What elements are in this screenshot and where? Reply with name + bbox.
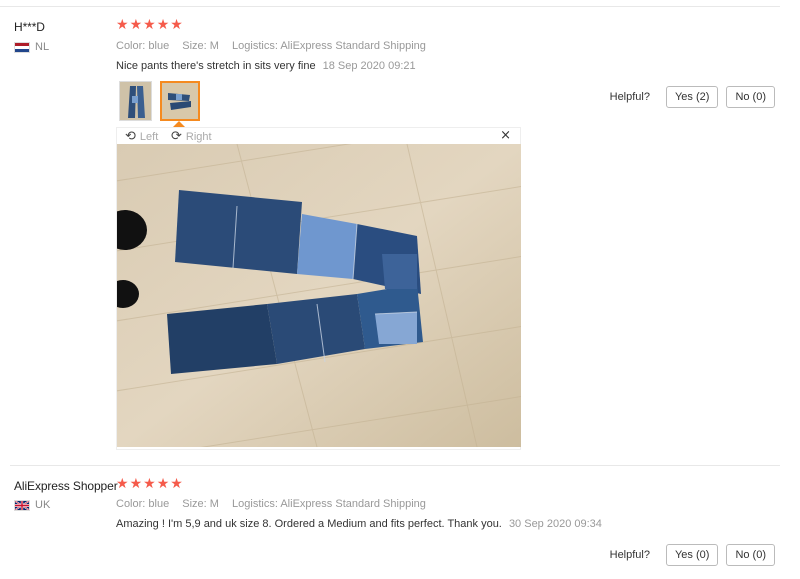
review-text-row: Amazing ! I'm 5,9 and uk size 8. Ordered… <box>116 518 602 530</box>
photo-viewer-toolbar: ⟲ Left ⟳ Right × <box>117 128 520 144</box>
review-date: 18 Sep 2020 09:21 <box>322 60 416 72</box>
star-icon: ★ <box>170 476 183 492</box>
reviewer-country: NL <box>14 41 49 53</box>
review-divider <box>10 465 780 466</box>
rotate-right-button[interactable]: ⟳ Right <box>171 129 212 144</box>
united-kingdom-flag-icon <box>14 499 30 511</box>
star-icon: ★ <box>156 17 170 33</box>
photo-viewer: ⟲ Left ⟳ Right × <box>116 127 521 450</box>
logistics-value: AliExpress Standard Shipping <box>280 40 426 52</box>
size-label: Size: <box>182 498 207 510</box>
jeans-photo-image <box>117 144 521 447</box>
close-icon[interactable]: × <box>500 128 511 143</box>
star-icon: ★ <box>116 476 129 492</box>
logistics-label: Logistics: <box>232 40 278 52</box>
star-icon: ★ <box>143 17 156 33</box>
size-value: M <box>209 40 219 52</box>
helpful-vote: Helpful? Yes (0) No (0) <box>610 544 775 566</box>
order-details: Color: blue Size: M Logistics: AliExpres… <box>116 498 436 510</box>
review-date: 30 Sep 2020 09:34 <box>508 518 602 530</box>
rotate-left-label: Left <box>139 130 159 143</box>
country-code: UK <box>35 499 51 511</box>
rotate-left-icon: ⟲ <box>125 129 136 144</box>
logistics-label: Logistics: <box>232 498 278 510</box>
helpful-label: Helpful? <box>609 549 650 561</box>
review-photo-thumbnails <box>119 81 200 121</box>
review-text: Nice pants there's stretch in sits very … <box>116 60 316 72</box>
star-icon: ★ <box>116 17 129 33</box>
photo-thumbnail[interactable] <box>119 81 152 121</box>
star-icon: ★ <box>156 476 170 492</box>
thumbnail-image <box>120 82 151 120</box>
review-text: Amazing ! I'm 5,9 and uk size 8. Ordered… <box>116 518 502 530</box>
thumbnail-image <box>162 83 198 119</box>
color-value: blue <box>148 40 170 52</box>
order-details: Color: blue Size: M Logistics: AliExpres… <box>116 40 436 52</box>
helpful-label: Helpful? <box>609 91 650 103</box>
star-rating: ★ ★ ★ ★ ★ <box>116 18 183 32</box>
size-value: M <box>209 498 219 510</box>
rotate-right-icon: ⟳ <box>171 129 182 144</box>
star-icon: ★ <box>129 17 143 33</box>
vote-no-button[interactable]: No (0) <box>726 86 775 108</box>
reviewer-country: UK <box>14 499 50 511</box>
star-rating: ★ ★ ★ ★ ★ <box>116 477 183 491</box>
logistics-value: AliExpress Standard Shipping <box>280 498 426 510</box>
star-icon: ★ <box>129 476 143 492</box>
photo-thumbnail-selected[interactable] <box>160 81 200 121</box>
reviewer-name: AliExpress Shopper <box>14 479 118 493</box>
rotate-left-button[interactable]: ⟲ Left <box>125 129 158 144</box>
size-label: Size: <box>182 40 207 52</box>
color-label: Color: <box>116 498 146 510</box>
helpful-vote: Helpful? Yes (2) No (0) <box>610 86 775 108</box>
reviewer-name: H***D <box>14 20 45 34</box>
netherlands-flag-icon <box>14 41 30 53</box>
vote-no-button[interactable]: No (0) <box>726 544 775 566</box>
vote-yes-button[interactable]: Yes (2) <box>665 86 719 108</box>
rotate-right-label: Right <box>185 130 212 143</box>
star-icon: ★ <box>170 17 183 33</box>
color-label: Color: <box>116 40 146 52</box>
review-photo <box>117 144 521 447</box>
color-value: blue <box>148 498 170 510</box>
vote-yes-button[interactable]: Yes (0) <box>665 544 719 566</box>
star-icon: ★ <box>143 476 156 492</box>
country-code: NL <box>35 41 50 53</box>
top-divider <box>0 6 780 7</box>
review-text-row: Nice pants there's stretch in sits very … <box>116 60 416 72</box>
